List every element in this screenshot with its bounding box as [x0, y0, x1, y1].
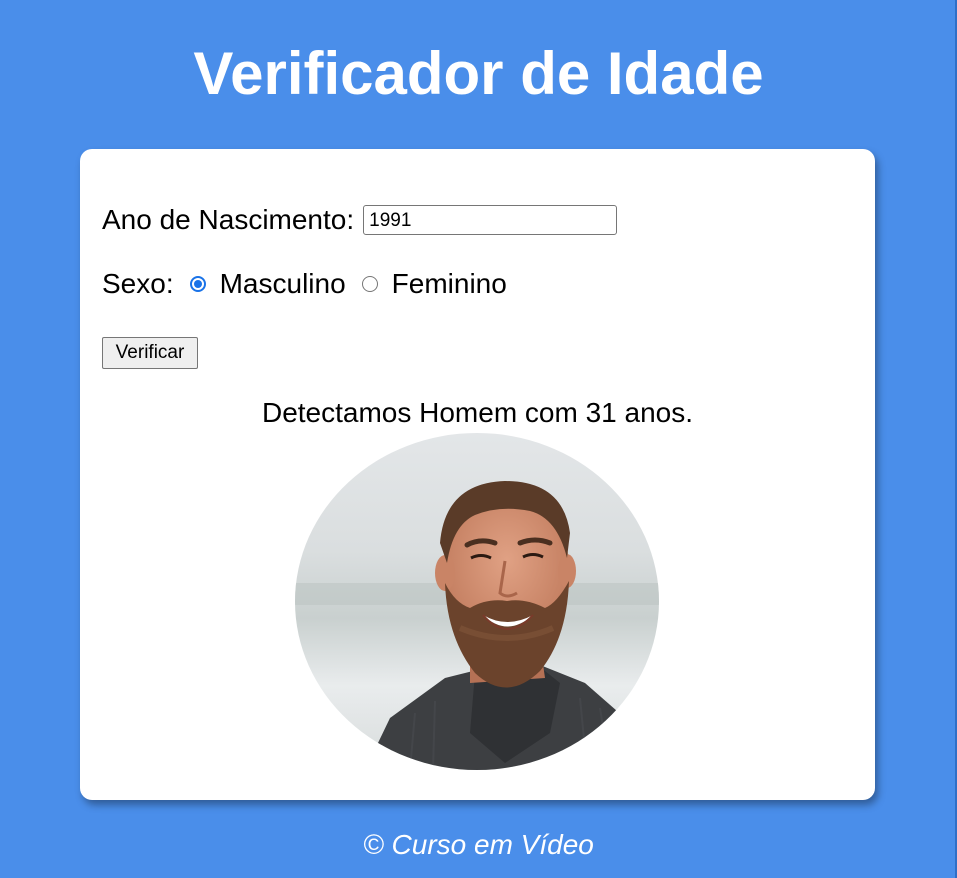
result-text: Detectamos Homem com 31 anos.: [261, 397, 694, 428]
birth-year-input[interactable]: [363, 205, 618, 235]
sex-row: Sexo: Masculino Feminino: [102, 266, 507, 302]
verify-button[interactable]: Verificar: [102, 337, 198, 369]
birth-year-row: Ano de Nascimento:: [102, 202, 618, 238]
footer-credit: © Curso em Vídeo: [363, 829, 594, 860]
radio-masculino[interactable]: [189, 276, 206, 292]
radio-feminino-label[interactable]: Feminino: [392, 268, 507, 300]
result-photo: [295, 433, 659, 770]
man-portrait-image: [295, 433, 659, 770]
verifier-card: Ano de Nascimento: Sexo: Masculino Femin…: [80, 149, 875, 800]
page-title: Verificador de Idade: [193, 40, 764, 107]
sex-label: Sexo:: [102, 268, 174, 299]
radio-masculino-label[interactable]: Masculino: [220, 268, 346, 300]
radio-feminino[interactable]: [361, 276, 378, 292]
birth-year-label: Ano de Nascimento:: [102, 204, 355, 235]
